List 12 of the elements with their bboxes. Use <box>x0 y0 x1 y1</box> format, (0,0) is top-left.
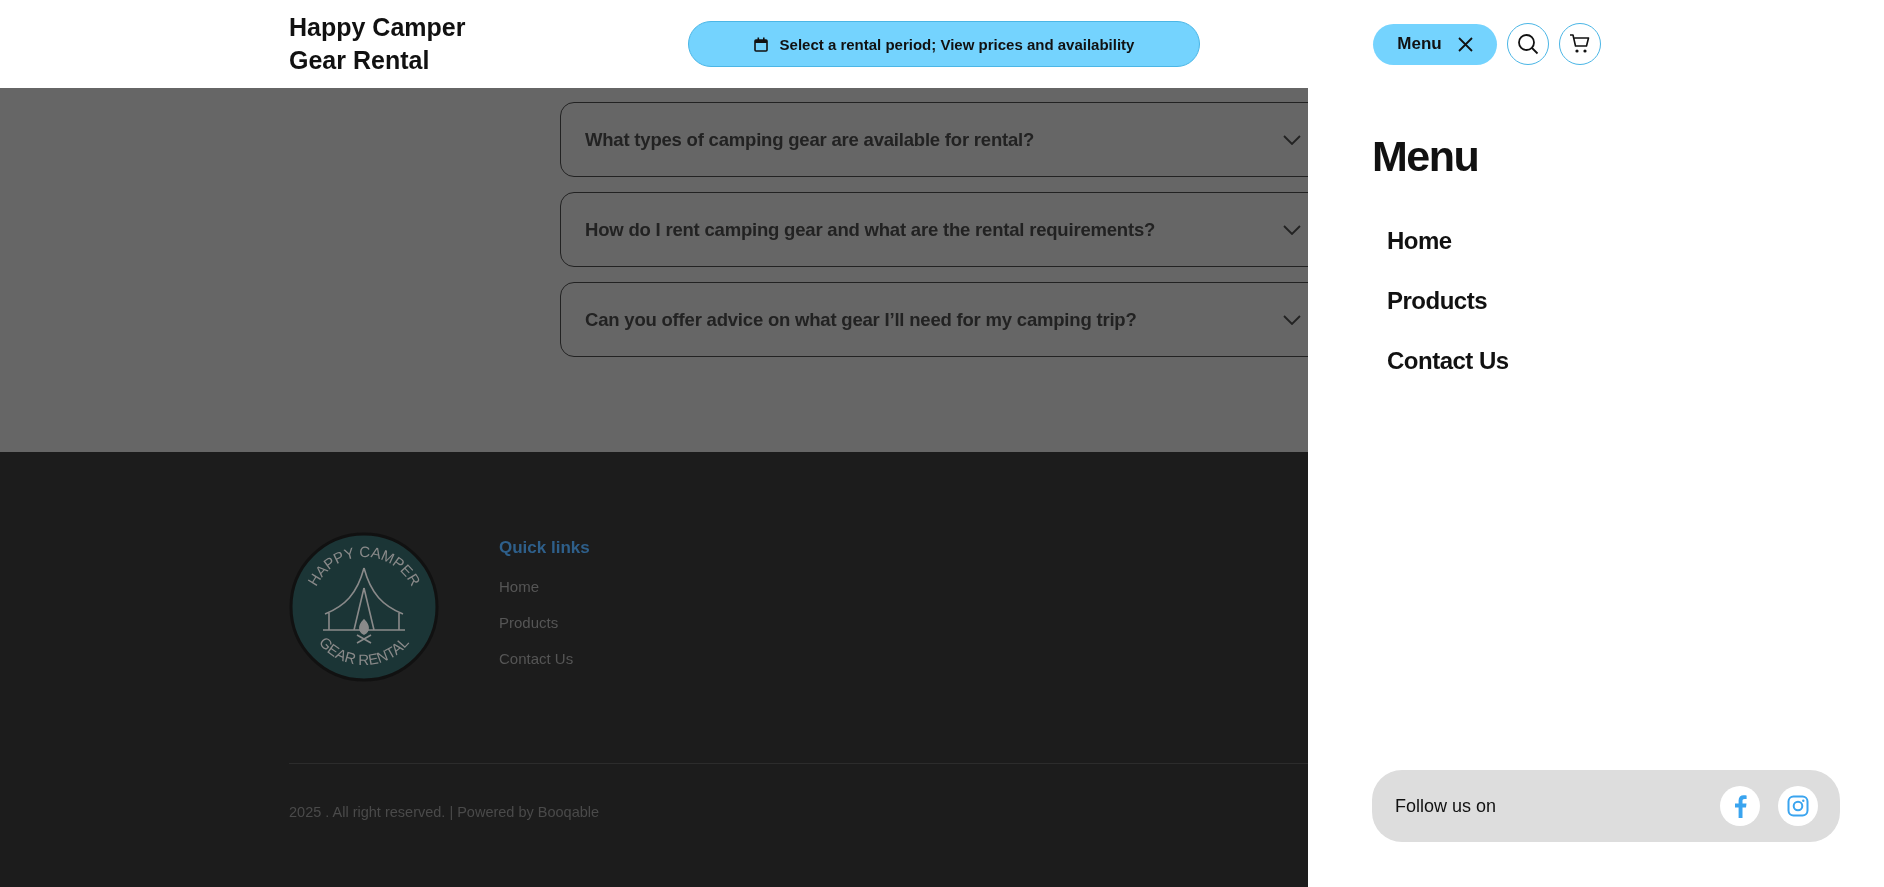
site-title[interactable]: Happy Camper Gear Rental <box>289 11 688 77</box>
rental-period-button[interactable]: Select a rental period; View prices and availability <box>688 21 1200 67</box>
follow-label: Follow us on <box>1395 795 1498 817</box>
menu-button[interactable]: Menu <box>1373 23 1497 65</box>
menu-item[interactable]: Contact Us <box>1372 347 1509 375</box>
faq-question: How do I rent camping gear and what are the rental requirements? <box>585 218 1157 241</box>
menu-heading: Menu <box>1372 132 1480 181</box>
menu-item[interactable]: Home <box>1372 227 1452 255</box>
quick-links-heading: Quick links <box>499 538 590 558</box>
faq-question: Can you offer advice on what gear I’ll need for my camping trip? <box>585 308 1138 331</box>
faq-question: What types of camping gear are available for rental? <box>585 128 1036 151</box>
menu-item[interactable]: Products <box>1372 287 1487 315</box>
